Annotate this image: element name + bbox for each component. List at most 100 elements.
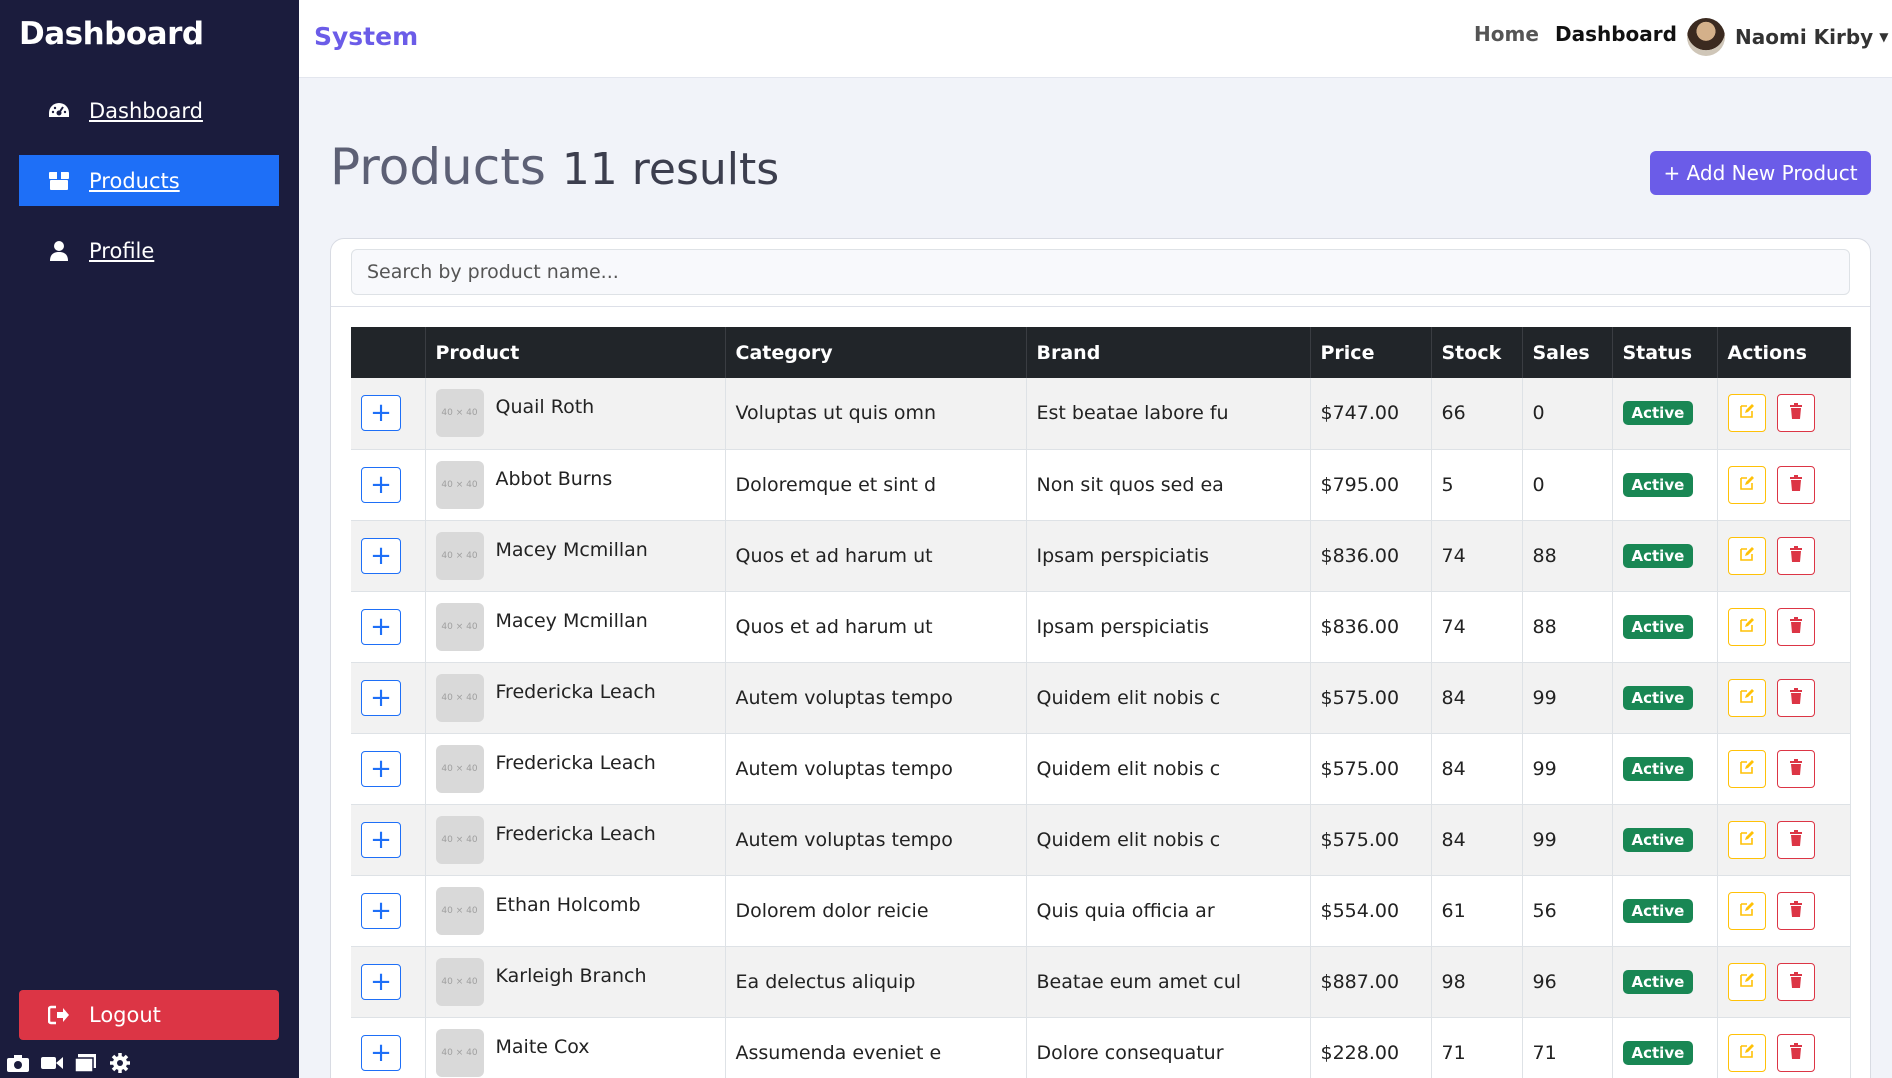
- expand-cell: +: [351, 804, 426, 876]
- add-product-button[interactable]: + Add New Product: [1650, 151, 1871, 195]
- edit-button[interactable]: [1727, 749, 1766, 788]
- expand-row-button[interactable]: +: [361, 750, 401, 787]
- plus-icon: +: [370, 398, 392, 429]
- col-header-status: Status: [1612, 327, 1718, 378]
- plus-icon: +: [370, 1037, 392, 1068]
- expand-row-button[interactable]: +: [361, 892, 401, 929]
- delete-button[interactable]: [1776, 607, 1815, 646]
- logout-button[interactable]: Logout: [19, 990, 279, 1040]
- status-badge: Active: [1622, 543, 1694, 568]
- category-cell: Quos et ad harum ut: [725, 520, 1027, 592]
- edit-button[interactable]: [1727, 394, 1766, 433]
- plus-icon: +: [370, 753, 392, 784]
- box-icon: [48, 170, 70, 192]
- sales-cell: 96: [1522, 946, 1613, 1018]
- edit-icon: [1739, 402, 1755, 424]
- expand-row-button[interactable]: +: [361, 608, 401, 645]
- expand-row-button[interactable]: +: [361, 821, 401, 858]
- table-row: +40 × 40 Ethan Holcomb Dolorem dolor reici…: [351, 875, 1851, 947]
- expand-row-button[interactable]: +: [361, 963, 401, 1000]
- expand-row-button[interactable]: +: [361, 679, 401, 716]
- plus-icon: +: [370, 682, 392, 713]
- sales-cell: 88: [1522, 520, 1613, 592]
- col-header-stock: Stock: [1431, 327, 1523, 378]
- delete-button[interactable]: [1776, 678, 1815, 717]
- screenshot-icon[interactable]: [4, 1050, 32, 1076]
- expand-row-button[interactable]: +: [361, 395, 401, 432]
- plus-icon: +: [370, 895, 392, 926]
- brand-cell: Dolore consequatur: [1026, 1017, 1311, 1078]
- user-name: Naomi Kirby: [1735, 25, 1874, 49]
- expand-row-button[interactable]: +: [361, 466, 401, 503]
- status-cell: Active: [1612, 591, 1718, 663]
- delete-button[interactable]: [1776, 394, 1815, 433]
- edit-button[interactable]: [1727, 891, 1766, 930]
- trash-icon: [1789, 616, 1803, 638]
- price-cell: $836.00: [1310, 520, 1432, 592]
- edit-button[interactable]: [1727, 962, 1766, 1001]
- plus-icon: +: [370, 540, 392, 571]
- actions-cell: [1717, 804, 1851, 876]
- trash-icon: [1789, 402, 1803, 424]
- status-badge: Active: [1622, 756, 1694, 781]
- delete-button[interactable]: [1776, 465, 1815, 504]
- sidebar-item-dashboard[interactable]: Dashboard: [19, 85, 279, 136]
- brand-cell: Quidem elit nobis c: [1026, 804, 1311, 876]
- product-name: Karleigh Branch: [495, 964, 647, 987]
- sidebar-item-profile[interactable]: Profile: [19, 225, 279, 276]
- edit-button[interactable]: [1727, 607, 1766, 646]
- trash-icon: [1789, 545, 1803, 567]
- edit-button[interactable]: [1727, 465, 1766, 504]
- nav-link-dashboard[interactable]: Dashboard: [1555, 22, 1677, 46]
- col-header-category: Category: [725, 327, 1027, 378]
- edit-button[interactable]: [1727, 820, 1766, 859]
- delete-button[interactable]: [1776, 891, 1815, 930]
- expand-row-button[interactable]: +: [361, 1034, 401, 1071]
- windows-icon[interactable]: [72, 1050, 100, 1076]
- stock-cell: 84: [1431, 733, 1523, 805]
- expand-cell: +: [351, 946, 426, 1018]
- edit-button[interactable]: [1727, 1033, 1766, 1072]
- status-cell: Active: [1612, 449, 1718, 521]
- product-name: Fredericka Leach: [495, 751, 656, 774]
- product-thumbnail: 40 × 40: [435, 744, 484, 793]
- nav-link-home[interactable]: Home: [1474, 22, 1539, 46]
- edit-button[interactable]: [1727, 536, 1766, 575]
- delete-button[interactable]: [1776, 820, 1815, 859]
- video-camera-icon[interactable]: [38, 1050, 66, 1076]
- price-cell: $228.00: [1310, 1017, 1432, 1078]
- gear-icon[interactable]: [106, 1050, 134, 1076]
- product-cell: 40 × 40 Abbot Burns: [425, 449, 726, 521]
- price-cell: $575.00: [1310, 733, 1432, 805]
- sales-cell: 71: [1522, 1017, 1613, 1078]
- expand-cell: +: [351, 378, 426, 450]
- search-input[interactable]: [351, 249, 1850, 295]
- delete-button[interactable]: [1776, 962, 1815, 1001]
- sidebar-item-label: Profile: [89, 238, 155, 263]
- actions-cell: [1717, 520, 1851, 592]
- status-cell: Active: [1612, 378, 1718, 450]
- delete-button[interactable]: [1776, 1033, 1815, 1072]
- stock-cell: 84: [1431, 662, 1523, 734]
- delete-button[interactable]: [1776, 749, 1815, 788]
- table-row: +40 × 40 Karleigh Branch Ea delectus aliqu…: [351, 946, 1851, 1018]
- sales-cell: 99: [1522, 804, 1613, 876]
- table-row: +40 × 40 Quail Roth Voluptas ut quis omn Es…: [351, 378, 1851, 450]
- user-menu[interactable]: Naomi Kirby ▼: [1687, 18, 1888, 56]
- col-header-expand: [351, 327, 426, 378]
- edit-button[interactable]: [1727, 678, 1766, 717]
- plus-icon: +: [370, 966, 392, 997]
- brand-cell: Quis quia officia ar: [1026, 875, 1311, 947]
- product-cell: 40 × 40 Macey Mcmillan: [425, 520, 726, 592]
- actions-cell: [1717, 378, 1851, 450]
- status-badge: Active: [1622, 685, 1694, 710]
- table-row: +40 × 40 Fredericka Leach Autem voluptas t…: [351, 662, 1851, 734]
- expand-row-button[interactable]: +: [361, 537, 401, 574]
- product-thumbnail: 40 × 40: [435, 531, 484, 580]
- avatar: [1687, 18, 1725, 56]
- stock-cell: 71: [1431, 1017, 1523, 1078]
- delete-button[interactable]: [1776, 536, 1815, 575]
- sidebar-item-products[interactable]: Products: [19, 155, 279, 206]
- brand-cell: Ipsam perspiciatis: [1026, 520, 1311, 592]
- status-cell: Active: [1612, 662, 1718, 734]
